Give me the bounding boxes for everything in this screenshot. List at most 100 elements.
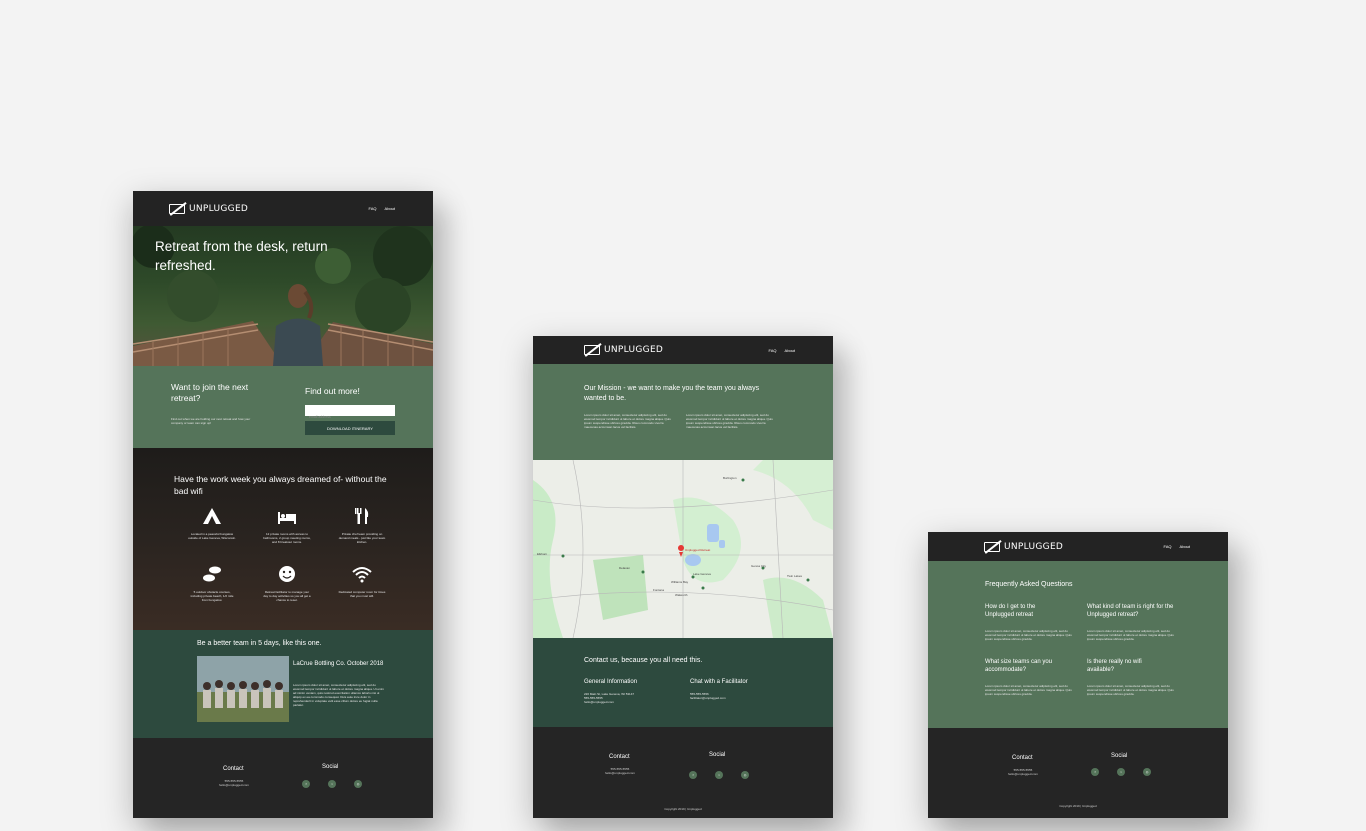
story-text: Lorem ipsum dolor sit amet, consectetur … (293, 683, 384, 707)
footer-social-title: Social (322, 764, 339, 770)
faq-section: Frequently Asked Questions How do I get … (928, 561, 1228, 728)
brand-name: UNPLUGGED (1004, 541, 1064, 552)
brand-name: UNPLUGGED (189, 203, 249, 214)
facebook-icon[interactable]: f (689, 771, 697, 779)
footer: Contact 555-555-5555 hello@unplugged.com… (133, 738, 433, 818)
faq-question: What kind of team is right for the Unplu… (1087, 604, 1174, 618)
faq-answer: Lorem ipsum dolor sit amet, consectetur … (1087, 684, 1174, 696)
map-place-label: Walworth (675, 593, 688, 597)
chat-text: 555-555-5556 facilitator@unplugged.com (690, 692, 726, 700)
faq-answer: Lorem ipsum dolor sit amet, consectetur … (985, 684, 1072, 696)
download-itinerary-button[interactable]: DOWNLOAD ITINERARY (305, 421, 395, 435)
nav-faq-link[interactable]: FAQ (1164, 544, 1172, 549)
bed-icon (278, 512, 296, 524)
find-title: Find out more! (305, 386, 360, 396)
mission-section: Our Mission - we want to make you the te… (533, 364, 833, 460)
unplugged-logo-icon (584, 345, 600, 355)
navbar: UNPLUGGED FAQ About (133, 191, 433, 226)
feature-text: 5 outdoor obstacle courses, including pr… (190, 590, 234, 602)
chat-title: Chat with a Facilitator (690, 679, 748, 685)
faq-question: How do I get to the Unplugged retreat (985, 604, 1036, 618)
team-photo (197, 656, 289, 722)
join-text: Find out when we are holding our next re… (171, 417, 251, 425)
features-section: Have the work week you always dreamed of… (133, 448, 433, 630)
email-placeholder: email address (309, 415, 331, 419)
hero-section: Retreat from the desk, return refreshed. (133, 226, 433, 366)
facilitator-email: facilitator@unplugged.com (690, 696, 726, 700)
nav-about-link[interactable]: About (785, 348, 795, 353)
footer-contact-info: 555-555-5555 hello@unplugged.com (1008, 768, 1038, 776)
instagram-icon[interactable]: ◎ (741, 771, 749, 779)
footer-email: hello@unplugged.com (219, 783, 249, 787)
mission-text-left: Lorem ipsum dolor sit amet, consectetur … (584, 413, 671, 429)
feature-text: Retreat facilitator to manage your day t… (263, 590, 311, 602)
home-page-mockup: UNPLUGGED FAQ About Retreat from the des… (133, 191, 433, 818)
testimonial-title: Be a better team in 5 days, like this on… (197, 640, 322, 647)
footer-social-title: Social (709, 752, 726, 758)
map-pin-label: Unplugged Retreat (685, 548, 711, 552)
mission-title: Our Mission - we want to make you the te… (584, 385, 760, 402)
feature-item: 12 private rooms with access to bathroom… (263, 507, 311, 544)
twitter-icon[interactable]: t (328, 780, 336, 788)
unplugged-logo-icon (169, 203, 185, 214)
footer-contact-title: Contact (1012, 755, 1033, 761)
general-info-title: General Information (584, 679, 638, 685)
nav-about-link[interactable]: About (385, 206, 395, 211)
faq-title: Frequently Asked Questions (985, 581, 1073, 588)
social-links: f t ◎ (302, 780, 362, 788)
footer-social-title: Social (1111, 753, 1128, 759)
email-input[interactable]: email address (305, 405, 395, 419)
logo[interactable]: UNPLUGGED (984, 541, 1064, 552)
nav-faq-link[interactable]: FAQ (369, 206, 377, 211)
unplugged-logo-icon (984, 541, 1000, 552)
map-place-label: Burlington (723, 476, 737, 480)
join-title: Want to join the next retreat? (171, 382, 249, 403)
faq-page-mockup: UNPLUGGED FAQ About Frequently Asked Que… (928, 532, 1228, 818)
about-page-mockup: UNPLUGGED FAQ About Our Mission - we wan… (533, 336, 833, 818)
map-place-label: Delavan (619, 566, 631, 570)
feature-text: 12 private rooms with access to bathroom… (263, 532, 311, 544)
smile-icon (279, 566, 295, 582)
brand-name: UNPLUGGED (604, 345, 664, 355)
copyright: Copyright 2019 | Unplugged (664, 807, 702, 811)
footer-email: hello@unplugged.com (605, 771, 635, 775)
contact-section: Contact us, because you all need this. G… (533, 638, 833, 727)
copyright: Copyright 2019 | Unplugged (1059, 804, 1097, 808)
map-place-label: Genoa City (751, 564, 767, 568)
footer-contact-title: Contact (223, 766, 244, 772)
navbar: UNPLUGGED FAQ About (928, 532, 1228, 561)
map-place-label: Fontana (653, 588, 665, 592)
feature-text: Located in a peaceful bungalow outside o… (188, 532, 236, 540)
feature-text: Dedicated computer room for times that y… (338, 590, 386, 598)
map-graphic (533, 460, 833, 638)
logo[interactable]: UNPLUGGED (584, 345, 663, 355)
navbar: UNPLUGGED FAQ About (533, 336, 833, 364)
facebook-icon[interactable]: f (1091, 768, 1099, 776)
contact-title: Contact us, because you all need this. (584, 657, 703, 664)
feature-item: Retreat facilitator to manage your day t… (263, 565, 311, 602)
footer-email: hello@unplugged.com (1008, 772, 1038, 776)
general-info-text: 220 Main St, Lake Geneva, WI 53147 555-5… (584, 692, 634, 704)
map-place-label: Williams Bay (671, 580, 689, 584)
nav-faq-link[interactable]: FAQ (769, 348, 777, 353)
feature-item: 5 outdoor obstacle courses, including pr… (188, 565, 236, 602)
instagram-icon[interactable]: ◎ (1143, 768, 1151, 776)
story-title: LaCrue Bottling Co. October 2018 (293, 661, 384, 667)
signup-section: Want to join the next retreat? Find out … (133, 366, 433, 448)
footer-contact-info: 555-555-5555 hello@unplugged.com (605, 767, 635, 775)
instagram-icon[interactable]: ◎ (354, 780, 362, 788)
nav-about-link[interactable]: About (1180, 544, 1190, 549)
feature-text: Private chef team providing on demand me… (338, 532, 386, 544)
map-place-label: Twin Lakes (787, 574, 803, 578)
email: hello@unplugged.com (584, 700, 614, 704)
footer-contact-title: Contact (609, 754, 630, 760)
map-place-label: Lake Geneva (693, 572, 711, 576)
logo[interactable]: UNPLUGGED (169, 203, 249, 214)
map-place-label: Elkhorn (537, 552, 548, 556)
footprints-icon (203, 566, 221, 582)
location-map[interactable]: Unplugged Retreat Lake Geneva Delavan Wi… (533, 460, 833, 638)
facebook-icon[interactable]: f (302, 780, 310, 788)
features-title: Have the work week you always dreamed of… (174, 474, 387, 496)
twitter-icon[interactable]: t (715, 771, 723, 779)
twitter-icon[interactable]: t (1117, 768, 1125, 776)
